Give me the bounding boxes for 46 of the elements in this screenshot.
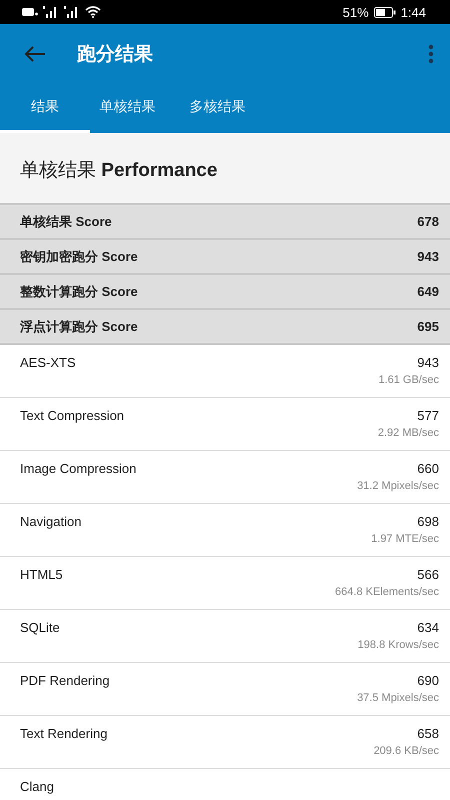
score-label: 整数计算跑分 Score <box>20 282 138 300</box>
sim-icon <box>22 7 38 17</box>
test-name: SQLite <box>20 620 60 635</box>
test-name: Text Rendering <box>20 726 108 741</box>
test-rate: 31.2 Mpixels/sec <box>357 480 439 492</box>
test-score: 634 <box>417 620 439 635</box>
test-score: 660 <box>417 461 439 476</box>
score-value: 695 <box>417 319 439 334</box>
test-score: 658 <box>417 726 439 741</box>
test-rate: 1.61 GB/sec <box>378 374 439 386</box>
section-title: 单核结果 Performance <box>20 159 218 183</box>
score-value: 649 <box>417 284 439 299</box>
test-score: 690 <box>417 673 439 688</box>
score-label: 密钥加密跑分 Score <box>20 248 138 266</box>
score-value: 678 <box>417 214 439 229</box>
signal-icon <box>64 6 80 18</box>
test-score: 698 <box>417 514 439 529</box>
test-name: AES-XTS <box>20 355 76 370</box>
score-label: 单核结果 Score <box>20 212 112 230</box>
test-name: Image Compression <box>20 461 136 476</box>
score-value: 943 <box>417 249 439 264</box>
test-score: 943 <box>417 355 439 370</box>
score-label: 浮点计算跑分 Score <box>20 318 138 336</box>
test-rate: 1.97 MTE/sec <box>371 533 439 545</box>
test-rate: 209.6 KB/sec <box>374 745 439 757</box>
more-options-button[interactable] <box>426 42 436 66</box>
clock-time: 1:44 <box>400 4 426 20</box>
signal-icon <box>43 6 59 18</box>
test-score: 577 <box>417 408 439 423</box>
wifi-icon <box>85 6 101 18</box>
battery-icon <box>374 6 396 18</box>
test-rate: 37.5 Mpixels/sec <box>357 692 439 704</box>
back-button[interactable] <box>22 44 48 64</box>
screen-title: 跑分结果 <box>77 43 154 67</box>
test-score: 566 <box>417 567 439 582</box>
tab[interactable]: 单核结果 <box>90 84 180 133</box>
battery-percent: 51% <box>342 4 369 20</box>
test-name: HTML5 <box>20 567 63 582</box>
test-name: PDF Rendering <box>20 673 110 688</box>
test-name: Navigation <box>20 514 82 529</box>
test-rate: 198.8 Krows/sec <box>358 639 439 651</box>
tab[interactable]: 多核结果 <box>180 84 270 133</box>
test-rate: 2.92 MB/sec <box>378 427 439 439</box>
test-name: Clang <box>20 779 54 794</box>
test-rate: 664.8 KElements/sec <box>335 586 439 598</box>
test-name: Text Compression <box>20 408 124 423</box>
